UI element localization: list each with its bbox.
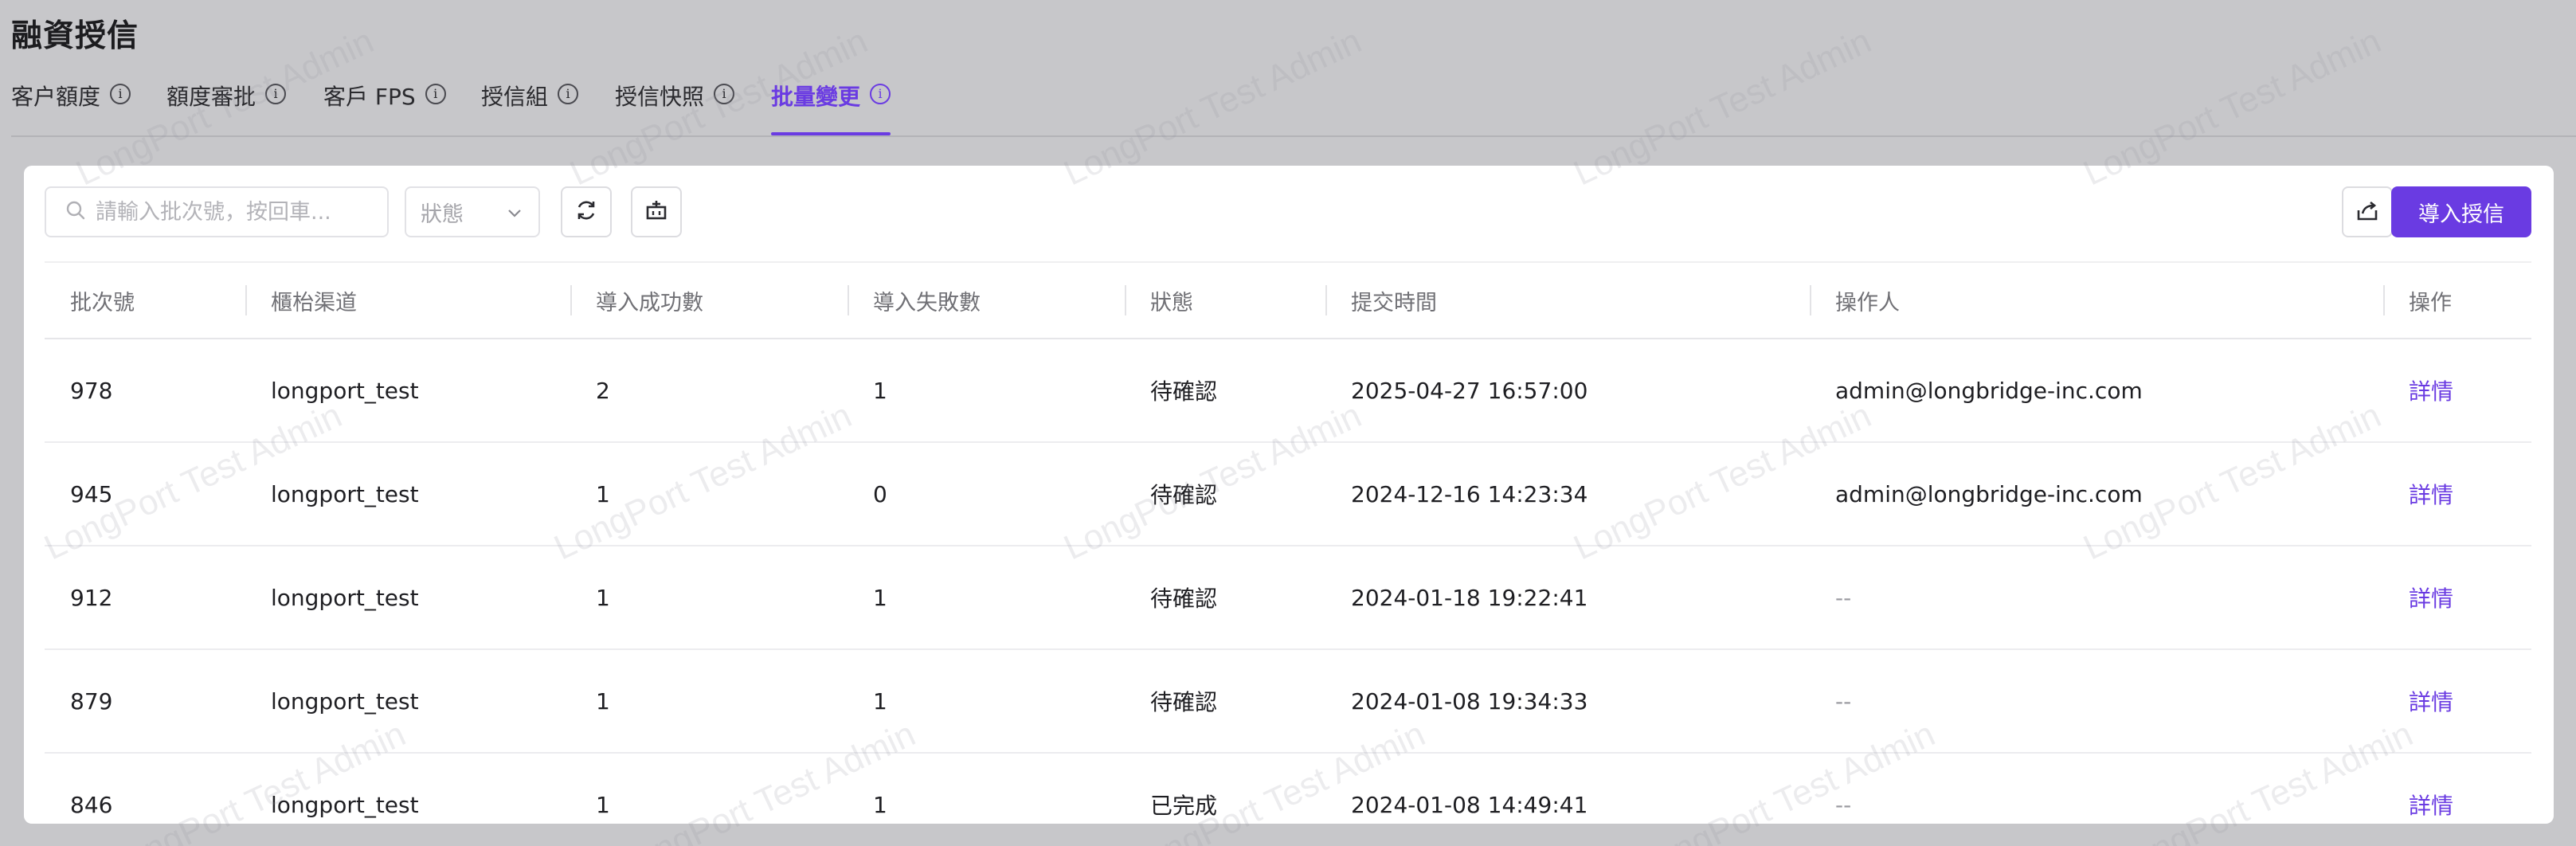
table-header-row: 批次號 櫃枱渠道 導入成功數 導入失敗數 狀態 提交時間 操作人 操作 xyxy=(45,261,2531,339)
tab-label: 授信快照 xyxy=(615,84,705,110)
cell-submitted: 2025-04-27 16:57:00 xyxy=(1325,339,1810,443)
cell-channel: longport_test xyxy=(245,442,570,546)
tab-label: 客戶 FPS xyxy=(323,84,416,110)
table-row: 978 longport_test 2 1 待確認 2025-04-27 16:… xyxy=(45,339,2531,443)
column-header-channel[interactable]: 櫃枱渠道 xyxy=(245,261,570,339)
cell-action: 詳情 xyxy=(2383,442,2531,546)
search-input[interactable] xyxy=(94,198,368,225)
cell-success: 1 xyxy=(570,546,848,650)
info-icon[interactable]: i xyxy=(714,84,735,104)
tab-customer-limit[interactable]: 客户額度 i xyxy=(11,80,131,134)
table-row: 879 longport_test 1 1 待確認 2024-01-08 19:… xyxy=(45,649,2531,754)
tab-label: 額度審批 xyxy=(166,84,256,110)
info-icon[interactable]: i xyxy=(558,84,579,104)
cell-success: 2 xyxy=(570,339,848,443)
column-header-failed[interactable]: 導入失敗數 xyxy=(848,261,1125,339)
cell-operator: -- xyxy=(1810,753,2383,824)
cell-batch: 912 xyxy=(45,546,245,650)
column-header-operator[interactable]: 操作人 xyxy=(1810,261,2383,339)
column-header-action: 操作 xyxy=(2383,261,2531,339)
details-link[interactable]: 詳情 xyxy=(2409,378,2453,405)
details-link[interactable]: 詳情 xyxy=(2409,482,2453,508)
batch-table: 批次號 櫃枱渠道 導入成功數 導入失敗數 狀態 提交時間 操作人 操作 978 … xyxy=(45,261,2531,824)
cell-success: 1 xyxy=(570,442,848,546)
table-row: 912 longport_test 1 1 待確認 2024-01-18 19:… xyxy=(45,546,2531,650)
tab-customer-fps[interactable]: 客戶 FPS i xyxy=(323,80,446,134)
search-icon xyxy=(65,200,86,224)
cell-submitted: 2024-01-08 19:34:33 xyxy=(1325,649,1810,754)
cell-batch: 879 xyxy=(45,649,245,754)
cell-success: 1 xyxy=(570,649,848,754)
cell-status: 待確認 xyxy=(1125,339,1325,443)
search-box[interactable] xyxy=(45,186,389,237)
tab-limit-approval[interactable]: 額度審批 i xyxy=(166,80,287,134)
column-header-submitted[interactable]: 提交時間 xyxy=(1325,261,1810,339)
tab-batch-change[interactable]: 批量變更 i xyxy=(771,80,891,135)
info-icon[interactable]: i xyxy=(425,84,446,104)
tab-bar: 客户額度 i 額度審批 i 客戶 FPS i 授信組 i 授信快照 i 批量變更… xyxy=(11,80,2576,137)
cell-action: 詳情 xyxy=(2383,339,2531,443)
cell-action: 詳情 xyxy=(2383,753,2531,824)
column-header-batch[interactable]: 批次號 xyxy=(45,261,245,339)
table-row: 846 longport_test 1 1 已完成 2024-01-08 14:… xyxy=(45,753,2531,824)
cell-channel: longport_test xyxy=(245,753,570,824)
cell-submitted: 2024-01-18 19:22:41 xyxy=(1325,546,1810,650)
cell-failed: 0 xyxy=(848,442,1125,546)
info-icon[interactable]: i xyxy=(870,84,891,104)
cell-failed: 1 xyxy=(848,546,1125,650)
tab-credit-group[interactable]: 授信組 i xyxy=(481,80,579,134)
column-header-status[interactable]: 狀態 xyxy=(1125,261,1325,339)
column-header-success[interactable]: 導入成功數 xyxy=(570,261,848,339)
tab-label: 批量變更 xyxy=(771,84,861,110)
tab-credit-snapshot[interactable]: 授信快照 i xyxy=(615,80,735,134)
basket-icon xyxy=(644,198,669,226)
cell-action: 詳情 xyxy=(2383,649,2531,754)
details-link[interactable]: 詳情 xyxy=(2409,586,2453,612)
cell-status: 已完成 xyxy=(1125,753,1325,824)
cell-operator: admin@longbridge-inc.com xyxy=(1810,339,2383,443)
table-row: 945 longport_test 1 0 待確認 2024-12-16 14:… xyxy=(45,442,2531,546)
status-select-placeholder: 狀態 xyxy=(421,202,464,227)
cell-channel: longport_test xyxy=(245,339,570,443)
cell-success: 1 xyxy=(570,753,848,824)
cell-submitted: 2024-01-08 14:49:41 xyxy=(1325,753,1810,824)
export-icon xyxy=(2355,198,2380,226)
cell-action: 詳情 xyxy=(2383,546,2531,650)
cell-operator: admin@longbridge-inc.com xyxy=(1810,442,2383,546)
cell-batch: 945 xyxy=(45,442,245,546)
chevron-down-icon xyxy=(507,200,523,225)
cell-failed: 1 xyxy=(848,649,1125,754)
cell-status: 待確認 xyxy=(1125,442,1325,546)
cell-failed: 1 xyxy=(848,339,1125,443)
cell-channel: longport_test xyxy=(245,649,570,754)
refresh-icon xyxy=(574,198,599,226)
cell-operator: -- xyxy=(1810,649,2383,754)
cell-batch: 846 xyxy=(45,753,245,824)
cell-failed: 1 xyxy=(848,753,1125,824)
cell-channel: longport_test xyxy=(245,546,570,650)
cell-submitted: 2024-12-16 14:23:34 xyxy=(1325,442,1810,546)
toolbar: 狀態 導入授信 xyxy=(24,166,2554,261)
export-button[interactable] xyxy=(2342,186,2393,237)
page-title: 融資授信 xyxy=(11,18,139,54)
cell-status: 待確認 xyxy=(1125,649,1325,754)
details-link[interactable]: 詳情 xyxy=(2409,689,2453,715)
cell-batch: 978 xyxy=(45,339,245,443)
cell-operator: -- xyxy=(1810,546,2383,650)
refresh-button[interactable] xyxy=(561,186,612,237)
cell-status: 待確認 xyxy=(1125,546,1325,650)
import-credit-label: 導入授信 xyxy=(2418,202,2504,227)
tab-label: 客户額度 xyxy=(11,84,101,110)
tab-label: 授信組 xyxy=(481,84,549,110)
info-icon[interactable]: i xyxy=(110,84,131,104)
status-select[interactable]: 狀態 xyxy=(405,186,540,237)
content-card: 狀態 導入授信 xyxy=(24,166,2554,824)
clear-filters-button[interactable] xyxy=(631,186,682,237)
details-link[interactable]: 詳情 xyxy=(2409,793,2453,819)
import-credit-button[interactable]: 導入授信 xyxy=(2391,186,2531,237)
info-icon[interactable]: i xyxy=(265,84,287,104)
